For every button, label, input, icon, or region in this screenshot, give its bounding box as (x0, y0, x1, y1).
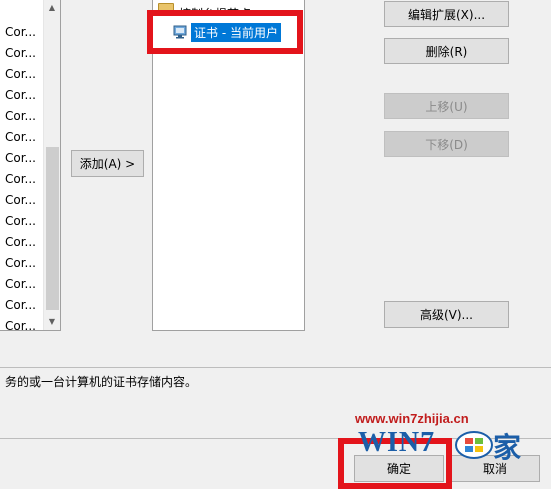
description-group: 务的或一台计算机的证书存储内容。 (0, 367, 551, 439)
snapin-list-item[interactable]: Cor... (5, 295, 39, 315)
snapin-list-item[interactable]: Cor... (5, 22, 39, 42)
move-down-button[interactable]: 下移(D) (384, 131, 509, 157)
snapin-list-item[interactable]: Cor... (5, 232, 39, 252)
snapin-list-item[interactable]: Cor... (5, 211, 39, 231)
highlight-box-selected-snapin (147, 10, 303, 54)
snapin-list-item[interactable]: Cor... (5, 274, 39, 294)
snapin-list-item[interactable]: Cor... (5, 253, 39, 273)
snapin-list-item[interactable]: Cor... (5, 316, 39, 336)
snapin-list-item[interactable]: Cor... (5, 106, 39, 126)
watermark-logo-text: WIN7 (358, 427, 436, 458)
watermark-url: www.win7zhijia.cn (355, 411, 469, 426)
windows-flag-icon (454, 430, 494, 460)
watermark-logo-suffix: 家 (493, 431, 522, 464)
snapin-list-item[interactable]: Cor... (5, 85, 39, 105)
scrollbar-thumb[interactable] (46, 147, 59, 310)
description-text: 务的或一台计算机的证书存储内容。 (5, 375, 198, 389)
add-button[interactable]: 添加(A) > (71, 150, 144, 177)
left-list-scrollbar[interactable]: ▲ ▼ (43, 0, 60, 330)
snapin-list-item[interactable]: Cor... (5, 190, 39, 210)
snapin-list-item[interactable]: Cor... (5, 64, 39, 84)
move-up-button[interactable]: 上移(U) (384, 93, 509, 119)
available-snapins-list[interactable]: Cor... Cor... Cor... Cor... Cor... Cor... Cor.… (0, 0, 61, 333)
remove-button[interactable]: 删除(R) (384, 38, 509, 64)
edit-extensions-button[interactable]: 编辑扩展(X)... (384, 1, 509, 27)
snapin-list-item[interactable]: Cor... (5, 127, 39, 147)
snapin-list-item[interactable]: Cor... (5, 148, 39, 168)
advanced-button[interactable]: 高级(V)... (384, 301, 509, 328)
scroll-up-arrow-icon[interactable]: ▲ (44, 0, 60, 16)
snapin-list-item[interactable]: Cor... (5, 169, 39, 189)
scroll-down-arrow-icon[interactable]: ▼ (44, 313, 60, 330)
snapin-list-item[interactable]: Cor... (5, 43, 39, 63)
